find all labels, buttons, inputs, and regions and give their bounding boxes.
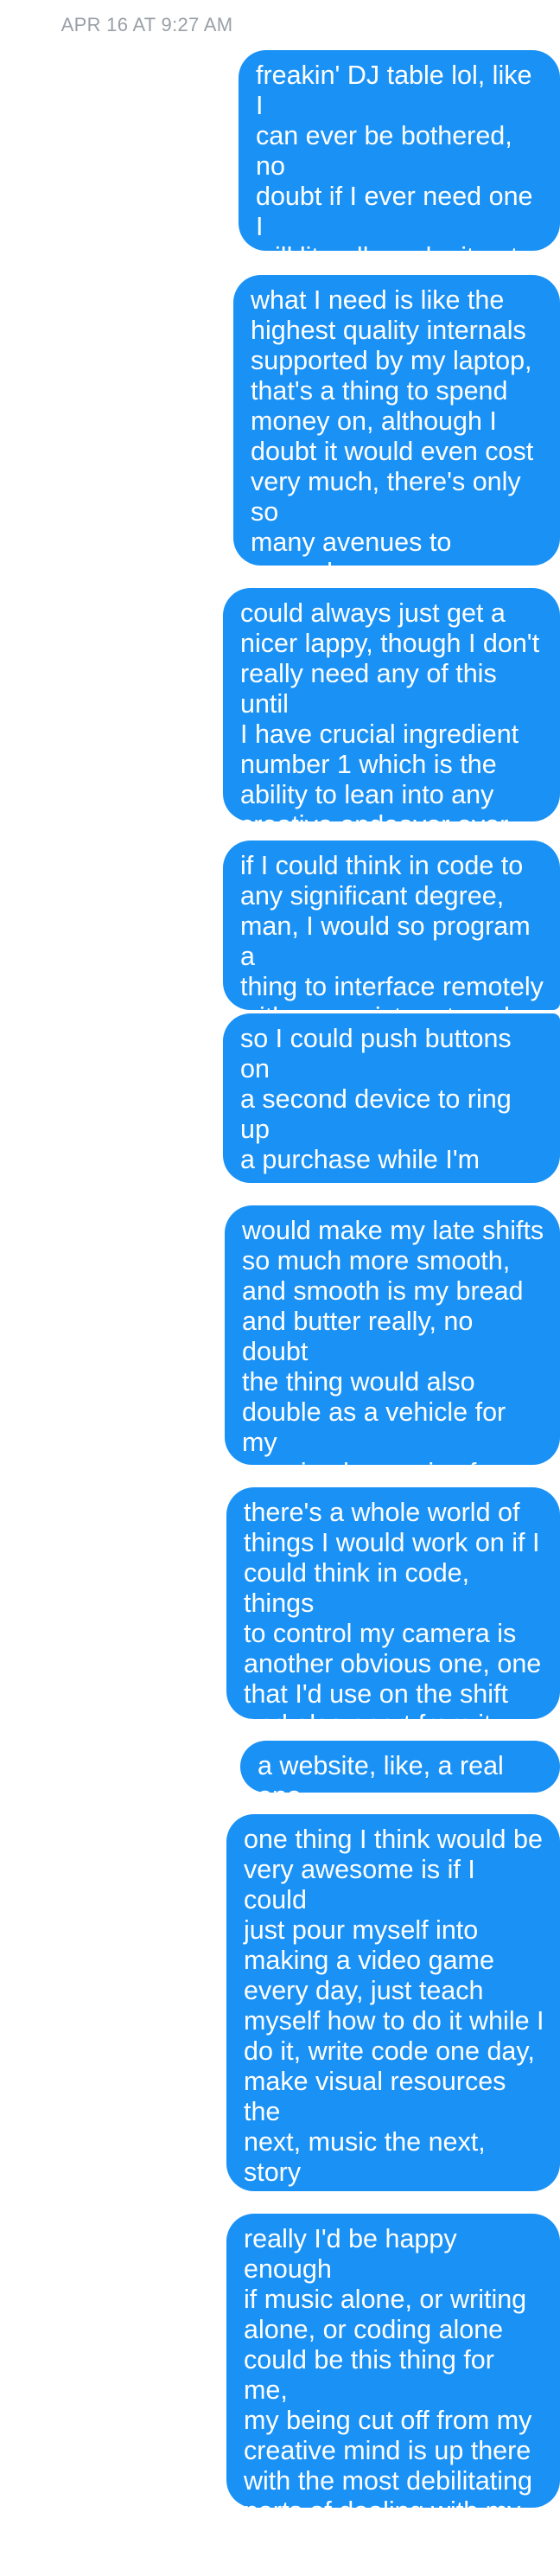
message-bubble[interactable]: if I could think in code to any signific… <box>223 841 560 1032</box>
message-bubble[interactable]: one thing I think would be very awesome … <box>226 1814 560 2278</box>
message-bubble[interactable]: what I need is like the highest quality … <box>233 275 560 617</box>
message-timestamp: APR 16 AT 9:27 AM <box>60 14 233 35</box>
message-bubble[interactable]: so I could push buttons on a second devi… <box>223 1013 560 1265</box>
message-bubble[interactable]: freakin' DJ table lol, like I can ever b… <box>239 50 560 362</box>
message-bubble[interactable]: there's a whole world of things I would … <box>226 1487 560 1739</box>
message-bubble[interactable]: a website, like, a real one <box>240 1741 560 1811</box>
message-bubble[interactable]: really I'd be happy enough if music alon… <box>226 2214 560 2556</box>
message-bubble[interactable]: would make my late shifts so much more s… <box>225 1205 560 1518</box>
message-bubble[interactable]: could always just get a nicer lappy, tho… <box>223 588 560 840</box>
